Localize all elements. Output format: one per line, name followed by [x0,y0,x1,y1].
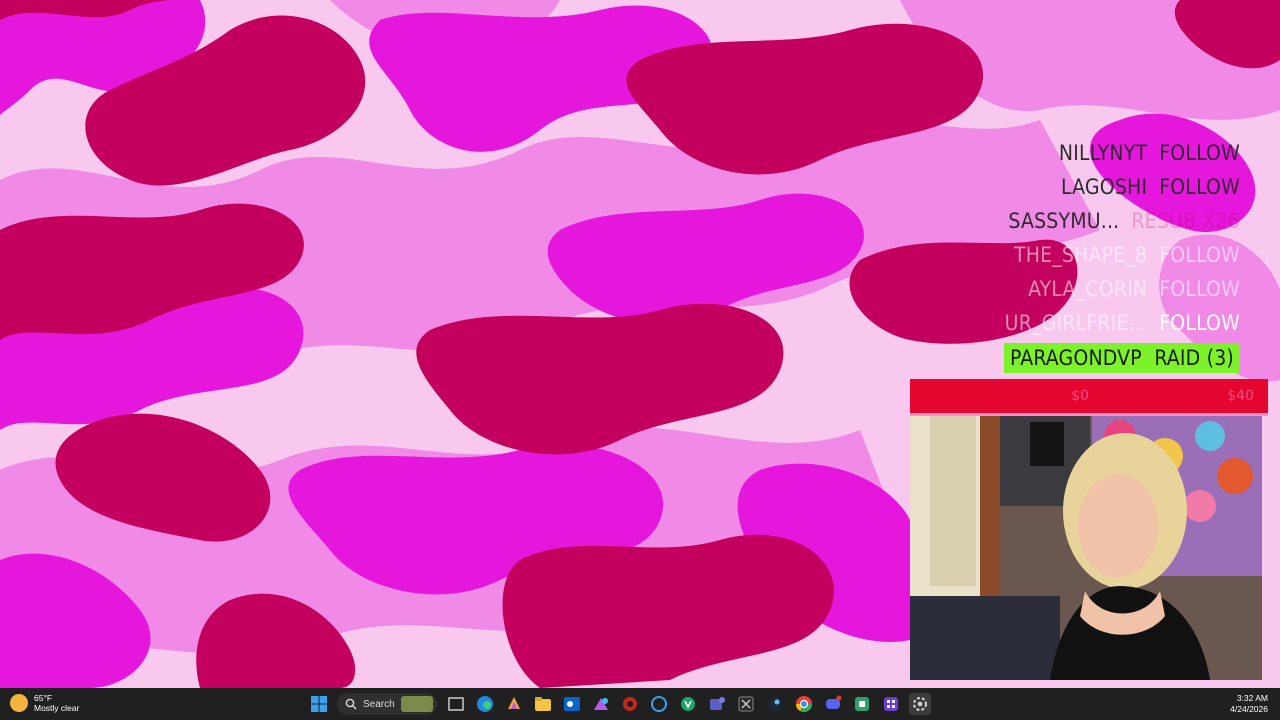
weather-icon [10,694,28,712]
system-clock[interactable]: 3:32 AM 4/24/2026 [1230,693,1268,715]
photos-icon[interactable] [590,693,612,715]
settings-icon[interactable] [908,693,931,715]
webcam-image [910,416,1262,680]
outlook-icon[interactable] [561,693,583,715]
edge-icon[interactable] [474,693,496,715]
event-row: SASSYMU... RESUB X26 [940,204,1240,238]
donation-goal-bar: 0 $0 $40 [910,379,1268,416]
chrome-icon[interactable] [793,693,815,715]
event-username: LAGOSHI [1060,175,1148,199]
event-row: AYLA_CORIN FOLLOW [940,272,1240,306]
raid-badge: PARAGONDVP RAID (3) [1003,343,1240,373]
task-view-icon[interactable] [445,693,467,715]
steam-icon[interactable] [764,693,786,715]
teams-icon[interactable] [706,693,728,715]
event-list: NILLYNYT FOLLOW LAGOSHI FOLLOW SASSYMU..… [940,136,1240,374]
cortana-icon[interactable] [648,693,670,715]
goal-target: $40 [1227,388,1254,404]
event-row: NILLYNYT FOLLOW [940,136,1240,170]
event-row: LAGOSHI FOLLOW [940,170,1240,204]
event-username: PARAGONDVP [1009,346,1142,370]
excel-icon[interactable] [735,693,757,715]
weather-widget[interactable]: 65°F Mostly clear [10,693,79,713]
event-action: RESUB X26 [1131,209,1240,233]
apps-icon[interactable] [880,693,902,715]
event-row: UR_GIRLFRIE... FOLLOW [940,306,1240,340]
search-label: Search [363,698,395,710]
vpn-icon[interactable] [677,693,699,715]
weather-desc: Mostly clear [34,703,80,713]
event-row-raid: PARAGONDVP RAID (3) [940,340,1240,374]
search-highlight-art [401,696,433,712]
event-username: SASSYMU... [1008,209,1120,233]
search-icon [345,698,357,710]
event-username: UR_GIRLFRIE... [1004,311,1148,335]
event-action: FOLLOW [1159,311,1240,335]
weather-temp: 65°F [34,693,53,703]
obs-icon[interactable] [851,693,873,715]
webcam-feed [910,416,1262,680]
game-icon[interactable] [619,693,641,715]
event-username: AYLA_CORIN [1028,277,1148,301]
copilot-icon[interactable] [503,693,525,715]
clock-time: 3:32 AM [1236,693,1268,703]
clock-date: 4/24/2026 [1230,704,1268,714]
event-row: THE_SHAPE_8 FOLLOW [940,238,1240,272]
event-username: NILLYNYT [1058,141,1148,165]
windows-start-icon[interactable] [308,693,330,715]
event-action: FOLLOW [1159,277,1240,301]
event-username: THE_SHAPE_8 [1013,243,1148,267]
search-input[interactable]: Search [337,693,437,715]
event-action: FOLLOW [1159,175,1240,199]
goal-current: $0 [1071,388,1089,404]
discord-icon[interactable] [822,693,844,715]
event-action: RAID (3) [1154,346,1234,370]
taskbar: 65°F Mostly clear Search 3:32 AM 4/24/20… [0,688,1280,720]
file-explorer-icon[interactable] [532,693,554,715]
event-action: FOLLOW [1159,243,1240,267]
event-action: FOLLOW [1159,141,1240,165]
